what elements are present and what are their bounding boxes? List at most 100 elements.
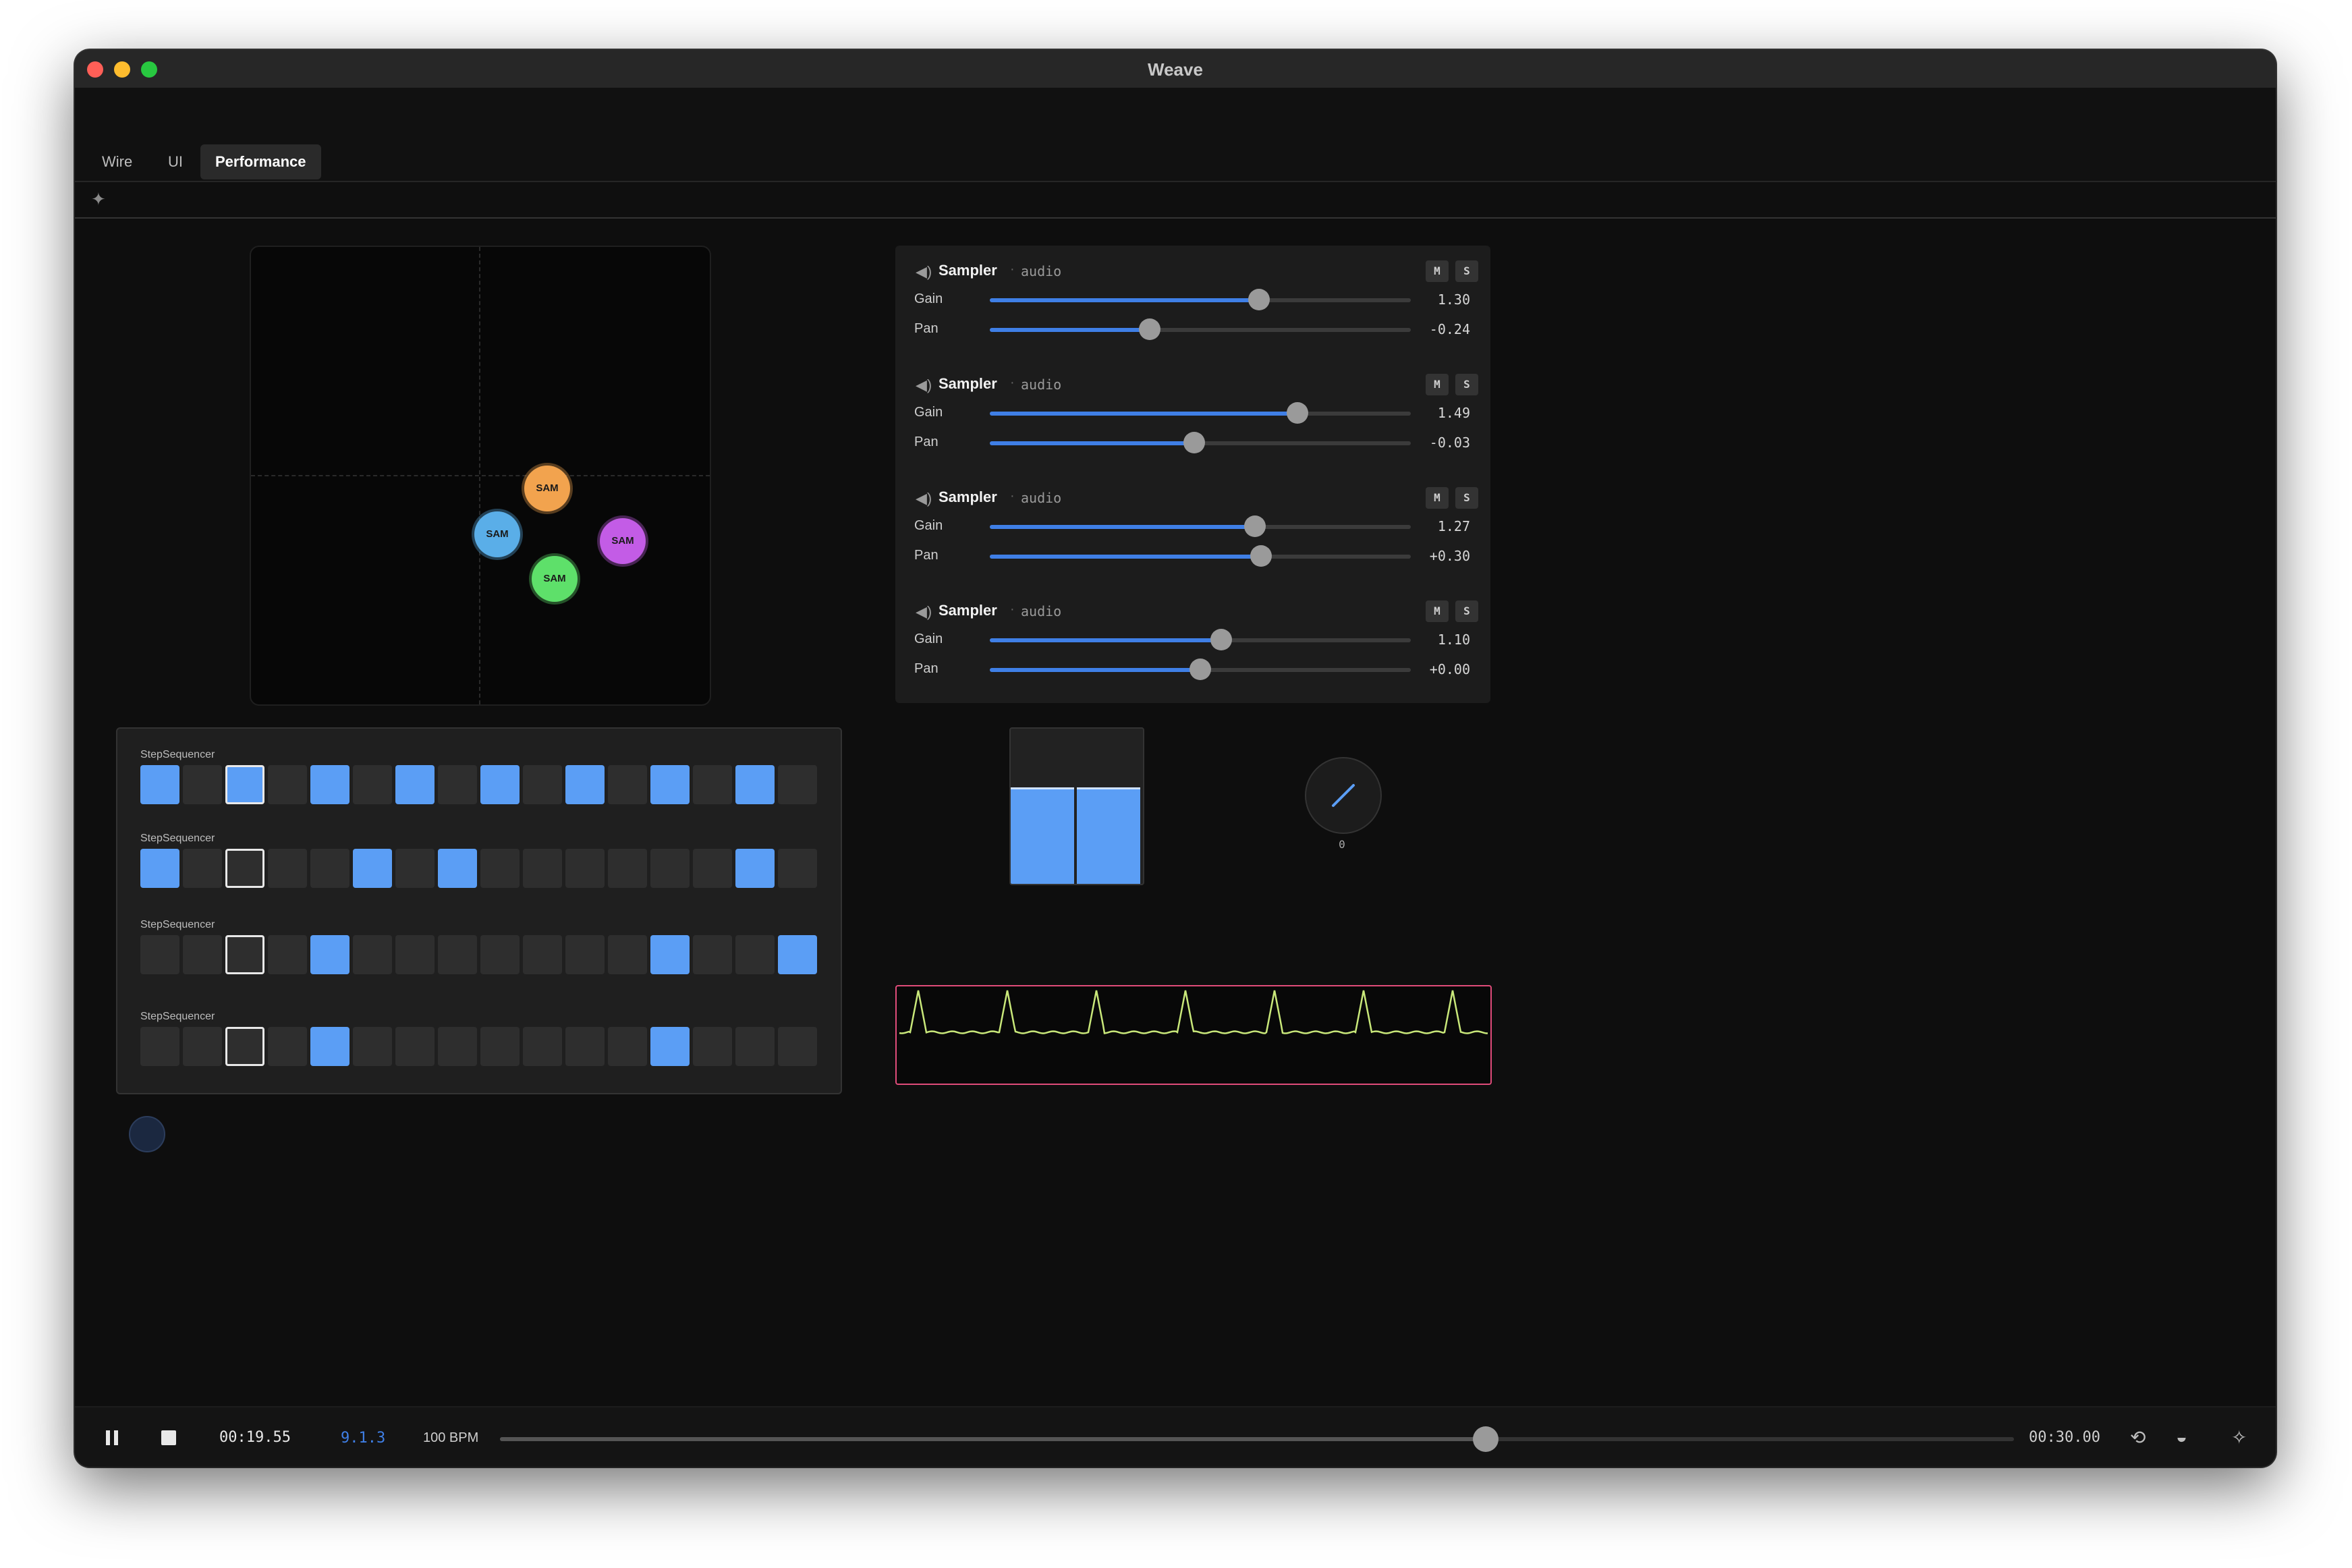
gain-slider-thumb[interactable]: [1286, 402, 1308, 424]
tab-performance[interactable]: Performance: [200, 144, 321, 179]
sequencer-step[interactable]: [183, 849, 222, 888]
sequencer-step[interactable]: [395, 765, 435, 804]
gain-slider[interactable]: [990, 289, 1411, 310]
pan-slider[interactable]: [990, 545, 1411, 567]
xy-node-sampler-1[interactable]: SAM: [524, 466, 570, 511]
sequencer-step[interactable]: [395, 935, 435, 974]
sequencer-step[interactable]: [183, 765, 222, 804]
timeline-thumb[interactable]: [1472, 1426, 1499, 1452]
sequencer-step[interactable]: [225, 765, 264, 804]
xy-node-sampler-4[interactable]: SAM: [532, 556, 578, 602]
sequencer-step[interactable]: [693, 1027, 732, 1066]
sequencer-step[interactable]: [353, 849, 392, 888]
vr-headset-icon[interactable]: ◒: [2176, 1426, 2187, 1448]
gain-slider[interactable]: [990, 515, 1411, 537]
sequencer-step[interactable]: [565, 765, 605, 804]
pan-slider[interactable]: [990, 318, 1411, 340]
sequencer-step[interactable]: [268, 765, 307, 804]
sequencer-step[interactable]: [693, 765, 732, 804]
gain-slider-thumb[interactable]: [1210, 629, 1233, 650]
pan-slider-thumb[interactable]: [1189, 659, 1211, 680]
pan-slider[interactable]: [990, 659, 1411, 680]
gain-slider[interactable]: [990, 402, 1411, 424]
xy-node-sampler-3[interactable]: SAM: [600, 518, 646, 564]
sequencer-step[interactable]: [565, 849, 605, 888]
sequencer-step[interactable]: [735, 1027, 775, 1066]
xy-pad[interactable]: SAM SAM SAM SAM: [250, 246, 711, 706]
sequencer-step[interactable]: [608, 1027, 647, 1066]
sequencer-step[interactable]: [438, 765, 477, 804]
sequencer-step[interactable]: [778, 935, 817, 974]
tab-ui[interactable]: UI: [153, 144, 198, 179]
sequencer-step[interactable]: [778, 765, 817, 804]
sequencer-step[interactable]: [225, 935, 264, 974]
sequencer-step[interactable]: [438, 849, 477, 888]
mute-button[interactable]: M: [1426, 374, 1449, 395]
timeline-scrubber[interactable]: [500, 1426, 2014, 1452]
sequencer-step[interactable]: [693, 849, 732, 888]
sparkle-icon[interactable]: ✧: [2231, 1426, 2247, 1449]
sequencer-step[interactable]: [353, 935, 392, 974]
sequencer-step[interactable]: [353, 1027, 392, 1066]
sequencer-step[interactable]: [608, 849, 647, 888]
sequencer-step[interactable]: [480, 1027, 520, 1066]
sequencer-step[interactable]: [778, 849, 817, 888]
mute-button[interactable]: M: [1426, 487, 1449, 509]
sequencer-step[interactable]: [140, 849, 179, 888]
sequencer-step[interactable]: [608, 935, 647, 974]
sequencer-step[interactable]: [650, 935, 690, 974]
pan-slider-thumb[interactable]: [1139, 318, 1161, 340]
sequencer-step[interactable]: [565, 1027, 605, 1066]
pan-slider[interactable]: [990, 432, 1411, 453]
sequencer-step[interactable]: [268, 1027, 307, 1066]
sequencer-step[interactable]: [140, 1027, 179, 1066]
sequencer-step[interactable]: [523, 935, 562, 974]
sequencer-step[interactable]: [778, 1027, 817, 1066]
sequencer-step[interactable]: [310, 765, 349, 804]
sequencer-step[interactable]: [480, 765, 520, 804]
sequencer-step[interactable]: [268, 849, 307, 888]
sequencer-step[interactable]: [140, 765, 179, 804]
solo-button[interactable]: S: [1455, 374, 1478, 395]
tempo-display[interactable]: 100 BPM: [423, 1430, 478, 1446]
sequencer-step[interactable]: [608, 765, 647, 804]
sequencer-step[interactable]: [438, 1027, 477, 1066]
sequencer-step[interactable]: [480, 849, 520, 888]
sequencer-step[interactable]: [310, 849, 349, 888]
stop-button[interactable]: [161, 1430, 176, 1445]
sequencer-step[interactable]: [438, 935, 477, 974]
sequencer-step[interactable]: [735, 935, 775, 974]
solo-button[interactable]: S: [1455, 487, 1478, 509]
sequencer-step[interactable]: [523, 765, 562, 804]
solo-button[interactable]: S: [1455, 260, 1478, 282]
loop-icon[interactable]: ⟲: [2130, 1426, 2146, 1449]
sequencer-step[interactable]: [693, 935, 732, 974]
sequencer-step[interactable]: [183, 1027, 222, 1066]
solo-button[interactable]: S: [1455, 600, 1478, 622]
sequencer-step[interactable]: [480, 935, 520, 974]
sequencer-step[interactable]: [225, 849, 264, 888]
circle-button[interactable]: [129, 1116, 165, 1152]
sequencer-step[interactable]: [650, 849, 690, 888]
mute-button[interactable]: M: [1426, 260, 1449, 282]
sequencer-step[interactable]: [735, 849, 775, 888]
sequencer-step[interactable]: [140, 935, 179, 974]
sequencer-step[interactable]: [565, 935, 605, 974]
sequencer-step[interactable]: [310, 1027, 349, 1066]
sequencer-step[interactable]: [523, 1027, 562, 1066]
sequencer-step[interactable]: [268, 935, 307, 974]
sequencer-step[interactable]: [225, 1027, 264, 1066]
xy-node-sampler-2[interactable]: SAM: [474, 511, 520, 557]
sequencer-step[interactable]: [310, 935, 349, 974]
crosshair-icon[interactable]: ✦: [91, 189, 106, 210]
gain-slider[interactable]: [990, 629, 1411, 650]
tab-wire[interactable]: Wire: [87, 144, 147, 179]
sequencer-step[interactable]: [523, 849, 562, 888]
sequencer-step[interactable]: [650, 1027, 690, 1066]
sequencer-step[interactable]: [650, 765, 690, 804]
pan-slider-thumb[interactable]: [1250, 545, 1272, 567]
gain-slider-thumb[interactable]: [1248, 289, 1270, 310]
rotary-knob[interactable]: [1305, 757, 1382, 834]
sequencer-step[interactable]: [735, 765, 775, 804]
sequencer-step[interactable]: [395, 849, 435, 888]
